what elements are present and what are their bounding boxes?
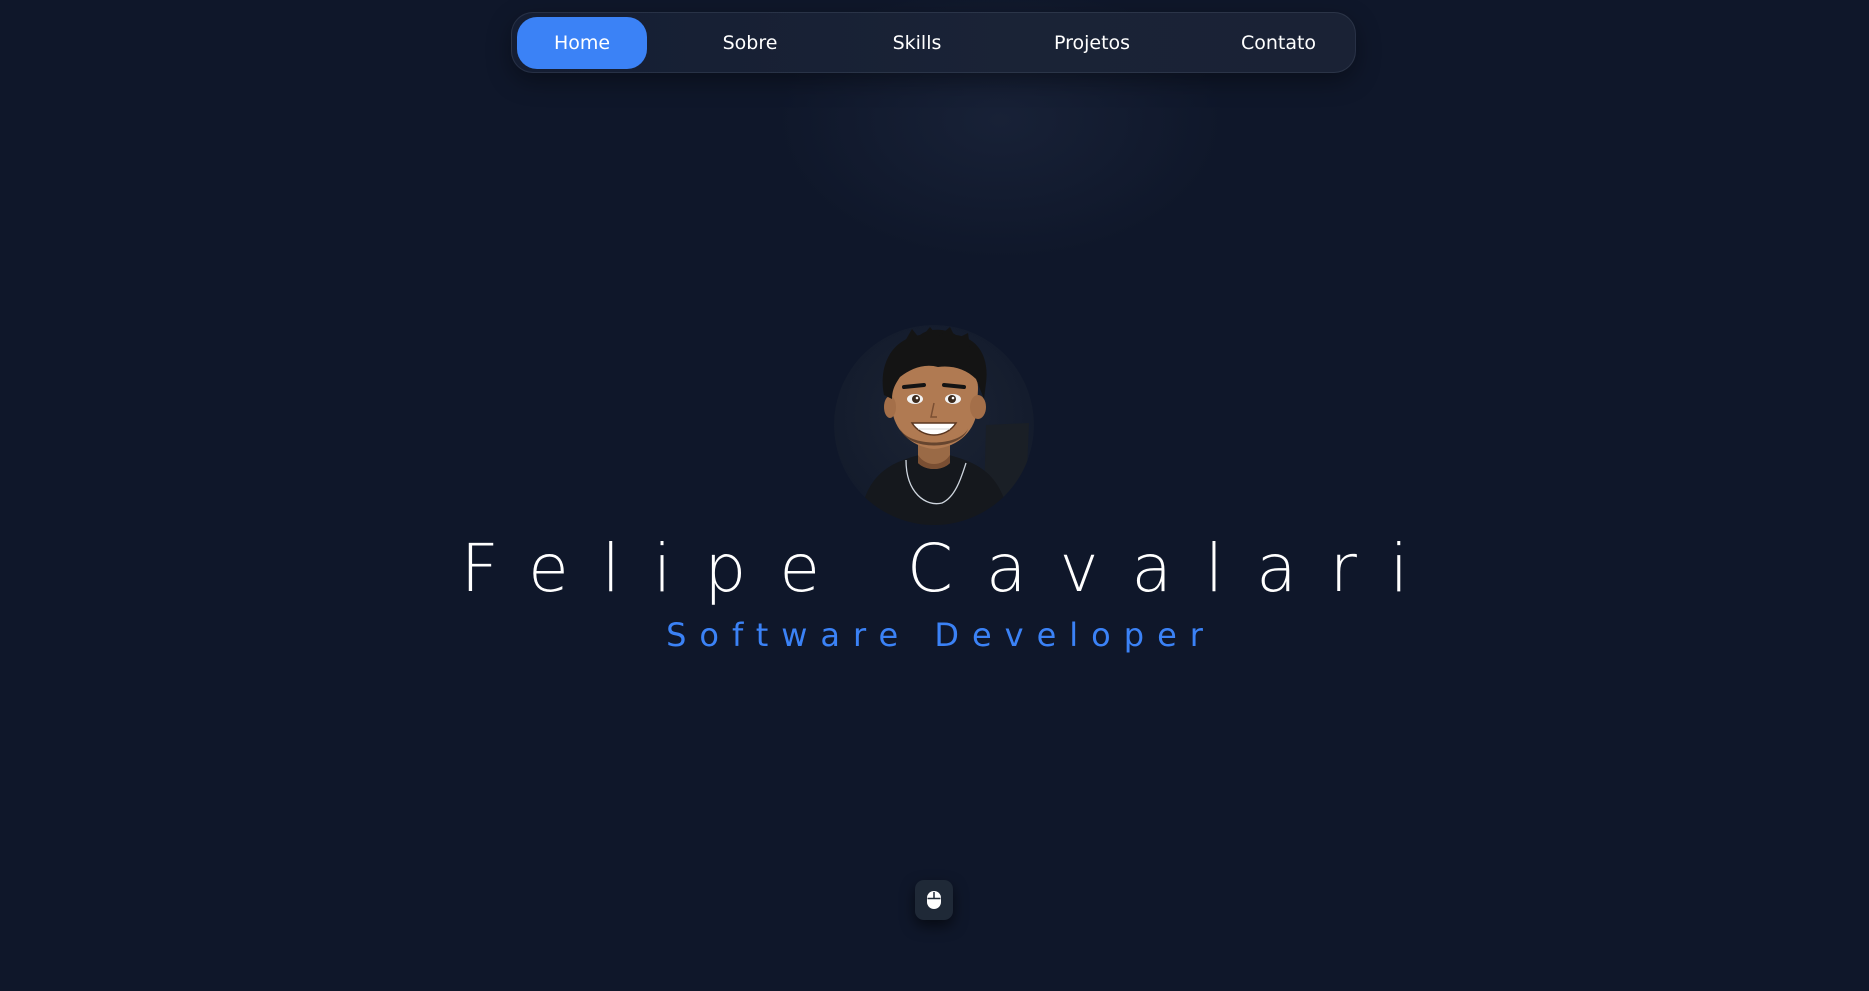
avatar bbox=[834, 325, 1034, 525]
nav-item-sobre[interactable]: Sobre bbox=[685, 17, 815, 69]
hero-role: Software Developer bbox=[666, 616, 1216, 654]
nav-item-contato[interactable]: Contato bbox=[1206, 17, 1351, 69]
avatar-illustration bbox=[834, 325, 1034, 525]
page: Home Sobre Skills Projetos Contato Felip… bbox=[0, 0, 1869, 991]
top-navigation: Home Sobre Skills Projetos Contato bbox=[511, 12, 1356, 73]
nav-item-skills[interactable]: Skills bbox=[852, 17, 982, 69]
scroll-down-button[interactable] bbox=[915, 880, 953, 920]
nav-item-home[interactable]: Home bbox=[517, 17, 647, 69]
nav-item-projetos[interactable]: Projetos bbox=[1017, 17, 1167, 69]
hero-name: Felipe Cavalari bbox=[460, 530, 1442, 607]
mouse-icon bbox=[927, 891, 941, 909]
